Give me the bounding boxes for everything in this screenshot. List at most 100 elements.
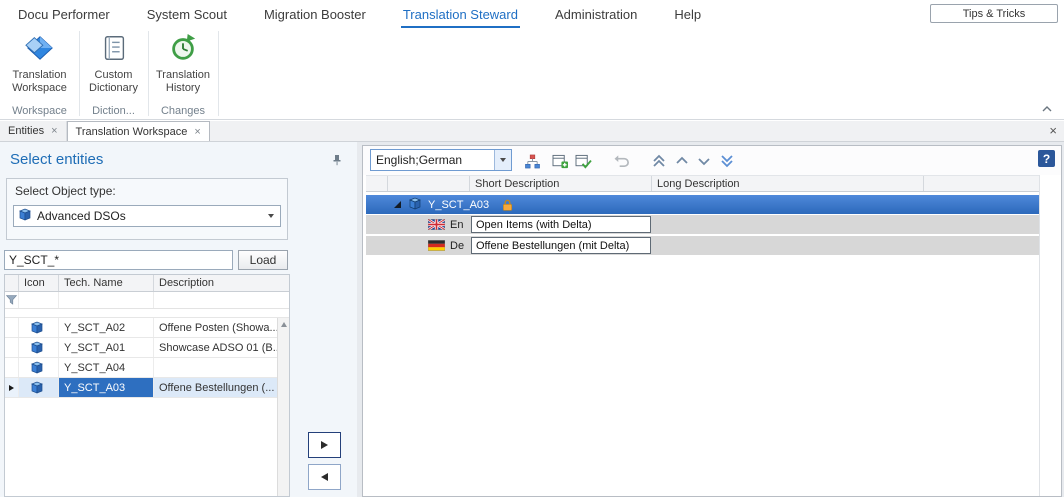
translation-row-de[interactable]: De Offene Bestellungen (mit Delta)	[366, 236, 1039, 257]
menu-item-system-scout[interactable]: System Scout	[145, 3, 229, 28]
short-description-cell[interactable]: Open Items (with Delta)	[470, 216, 652, 233]
ribbon: Translation Workspace Workspace Custom D…	[0, 28, 1064, 120]
language-pair-combobox[interactable]: English;German	[370, 149, 512, 171]
table-row[interactable]: Y_SCT_A01 Showcase ADSO 01 (B...	[5, 338, 277, 358]
ribbon-group-label-dictionary: Diction...	[79, 105, 148, 117]
long-description-cell[interactable]	[652, 236, 1039, 255]
close-icon[interactable]: ×	[194, 126, 200, 138]
description-cell[interactable]: Offene Bestellungen (...	[154, 378, 277, 397]
menu-item-translation-steward[interactable]: Translation Steward	[401, 3, 520, 28]
tab-entities[interactable]: Entities ×	[0, 121, 67, 141]
table-row-selected[interactable]: Y_SCT_A03 Offene Bestellungen (...	[5, 378, 277, 398]
load-button[interactable]: Load	[238, 250, 288, 270]
menu-item-administration[interactable]: Administration	[553, 3, 639, 28]
tech-name-cell[interactable]: Y_SCT_A02	[59, 318, 154, 337]
entity-group-row-selected[interactable]: Y_SCT_A03	[366, 195, 1039, 214]
add-translation-icon[interactable]	[551, 152, 570, 170]
filter-funnel-icon[interactable]	[5, 292, 19, 308]
scroll-up-icon[interactable]	[281, 322, 287, 327]
tips-and-tricks-button[interactable]: Tips & Tricks	[930, 4, 1058, 23]
adso-icon	[19, 358, 59, 377]
short-description-editor[interactable]: Offene Bestellungen (mit Delta)	[471, 237, 651, 254]
filter-row[interactable]	[5, 292, 289, 309]
row-indicator	[5, 338, 19, 357]
ribbon-group-changes: Translation History Changes	[148, 28, 218, 119]
ribbon-group-separator	[148, 31, 149, 116]
chevron-down-icon[interactable]	[694, 152, 713, 170]
close-icon[interactable]: ×	[1049, 123, 1057, 138]
menu-item-migration-booster[interactable]: Migration Booster	[262, 3, 368, 28]
object-type-combobox[interactable]: Advanced DSOs	[13, 205, 281, 227]
column-header-short-description[interactable]: Short Description	[470, 176, 652, 191]
content-area: Select entities Select Object type:	[0, 142, 1064, 497]
translation-toolbar: English;German	[363, 146, 1061, 175]
collapse-ribbon-chevron-icon[interactable]	[1040, 104, 1054, 114]
button-label: Translation	[156, 69, 210, 82]
vertical-scrollbar[interactable]	[277, 318, 289, 496]
translation-workspace-button[interactable]: Translation Workspace	[0, 33, 79, 95]
custom-dictionary-icon	[99, 33, 129, 69]
column-header-icon[interactable]: Icon	[19, 275, 59, 291]
ribbon-group-workspace: Translation Workspace Workspace	[0, 28, 79, 119]
double-chevron-down-icon[interactable]	[717, 152, 736, 170]
tab-translation-workspace[interactable]: Translation Workspace ×	[67, 121, 210, 141]
column-header-filler	[924, 176, 1039, 191]
pin-icon[interactable]	[331, 154, 343, 169]
object-type-groupbox: Select Object type: Advanced DSOs	[6, 178, 288, 240]
hierarchy-icon[interactable]	[523, 152, 542, 170]
long-description-cell[interactable]	[652, 215, 1039, 234]
description-cell[interactable]: Showcase ADSO 01 (B...	[154, 338, 277, 357]
chevron-down-icon[interactable]	[494, 150, 511, 170]
custom-dictionary-button[interactable]: Custom Dictionary	[79, 33, 148, 95]
column-header-long-description[interactable]: Long Description	[652, 176, 924, 191]
tech-name-cell[interactable]: Y_SCT_A03	[59, 378, 154, 397]
description-cell[interactable]: Offene Posten (Showa...	[154, 318, 277, 337]
filter-cell[interactable]	[154, 292, 289, 308]
button-label: Workspace	[12, 82, 67, 95]
confirm-translation-icon[interactable]	[574, 152, 593, 170]
chevron-down-icon[interactable]	[268, 214, 274, 218]
move-to-workspace-button[interactable]	[308, 432, 341, 458]
translation-workspace-panel: English;German	[362, 145, 1062, 497]
row-indicator-header	[366, 176, 388, 191]
language-code: En	[450, 219, 463, 231]
short-description-cell[interactable]: Offene Bestellungen (mit Delta)	[470, 237, 652, 254]
remove-from-workspace-button[interactable]	[308, 464, 341, 490]
filter-cell[interactable]	[59, 292, 154, 308]
right-grid-scroll-area	[1039, 175, 1061, 496]
ribbon-group-label-changes: Changes	[148, 105, 218, 117]
menu-item-help[interactable]: Help	[672, 3, 703, 28]
button-label: Dictionary	[89, 82, 138, 95]
undo-icon[interactable]	[613, 152, 632, 170]
help-button[interactable]: ?	[1038, 150, 1055, 167]
double-chevron-up-icon[interactable]	[649, 152, 668, 170]
translation-history-button[interactable]: Translation History	[148, 33, 218, 95]
tech-name-filter-input[interactable]	[4, 250, 233, 270]
tree-column-header[interactable]	[388, 176, 470, 191]
entity-name: Y_SCT_A03	[428, 199, 489, 211]
column-header-tech-name[interactable]: Tech. Name	[59, 275, 154, 291]
adso-icon	[19, 378, 59, 397]
table-row[interactable]: Y_SCT_A02 Offene Posten (Showa...	[5, 318, 277, 338]
description-cell[interactable]	[154, 358, 277, 377]
button-label: Custom	[95, 69, 133, 82]
filter-cell[interactable]	[19, 292, 59, 308]
chevron-up-icon[interactable]	[672, 152, 691, 170]
translation-row-en[interactable]: En Open Items (with Delta)	[366, 215, 1039, 236]
tech-name-cell[interactable]: Y_SCT_A01	[59, 338, 154, 357]
panel-title: Select entities	[10, 151, 103, 168]
adso-icon	[18, 208, 32, 224]
tech-name-cell[interactable]: Y_SCT_A04	[59, 358, 154, 377]
object-type-label: Select Object type:	[15, 184, 116, 198]
menu-item-docu-performer[interactable]: Docu Performer	[16, 3, 112, 28]
ribbon-group-separator	[218, 31, 219, 116]
language-pair-value: English;German	[371, 153, 494, 167]
tab-label: Translation Workspace	[76, 126, 188, 138]
table-row[interactable]: Y_SCT_A04	[5, 358, 277, 378]
language-cell: De	[388, 240, 470, 252]
column-header-description[interactable]: Description	[154, 275, 289, 291]
short-description-editor[interactable]: Open Items (with Delta)	[471, 216, 651, 233]
translation-workspace-icon	[25, 33, 55, 69]
expanded-node-icon[interactable]	[394, 201, 401, 208]
close-icon[interactable]: ×	[51, 125, 57, 137]
